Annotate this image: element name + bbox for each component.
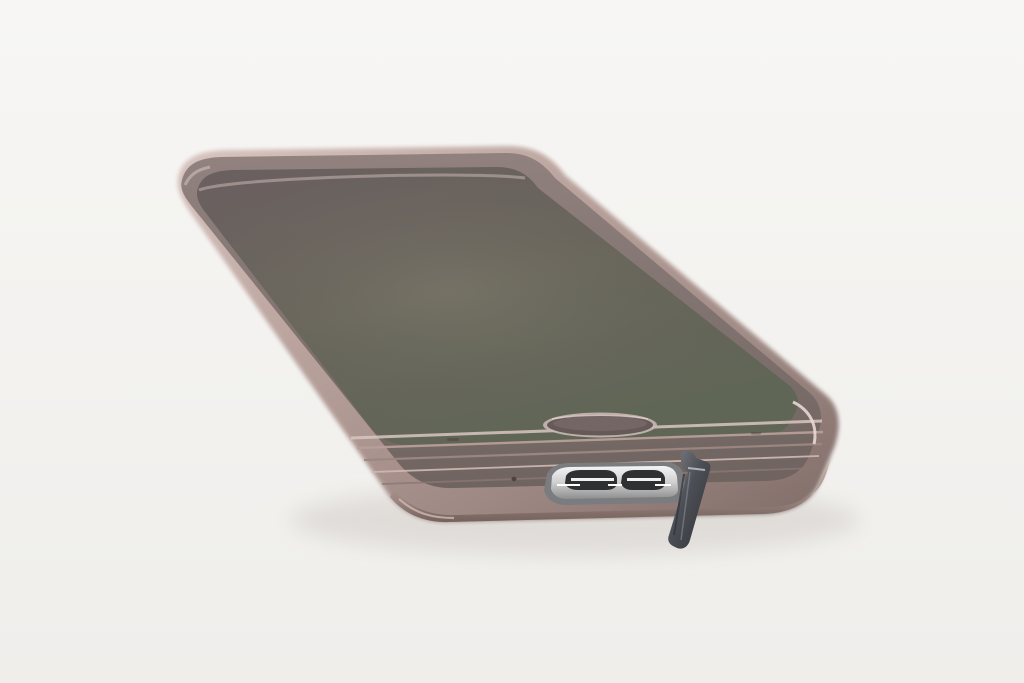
home-button-icon	[543, 412, 657, 438]
phone-photo	[0, 0, 1024, 683]
photo-scene	[0, 0, 1024, 683]
usb-port-icon	[544, 462, 686, 505]
microphone-hole-icon	[511, 476, 517, 482]
